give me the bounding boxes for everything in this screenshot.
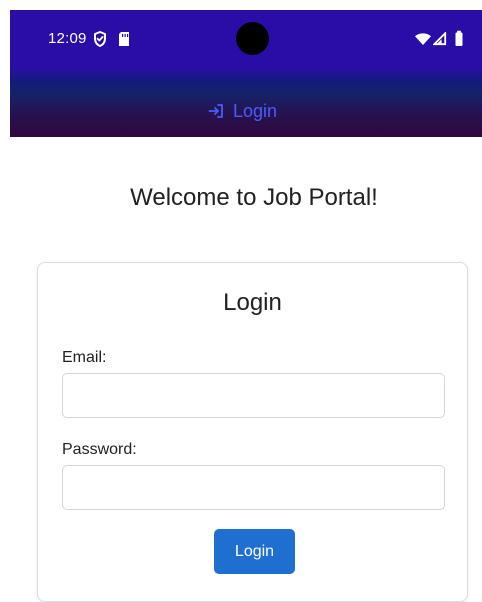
nav-login-link[interactable]: Login <box>207 98 277 124</box>
password-field[interactable] <box>62 465 445 510</box>
sd-card-icon <box>119 32 129 46</box>
email-label: Email: <box>62 349 107 366</box>
wifi-icon <box>415 33 431 45</box>
page-title: Welcome to Job Portal! <box>130 184 378 211</box>
password-label: Password: <box>62 441 137 458</box>
status-time: 12:09 <box>48 30 87 47</box>
login-card-title: Login <box>223 289 282 316</box>
shield-icon <box>94 31 106 47</box>
signal-icon <box>433 32 447 46</box>
login-button[interactable]: Login <box>214 529 295 574</box>
login-card: Login Email: Password: Login <box>37 262 468 602</box>
nav-login-label: Login <box>233 101 278 121</box>
top-app-bar: 12:09 Login <box>10 10 482 137</box>
battery-icon <box>455 30 463 46</box>
camera-cutout <box>236 22 269 55</box>
email-field[interactable] <box>62 373 445 418</box>
login-icon <box>208 104 223 118</box>
